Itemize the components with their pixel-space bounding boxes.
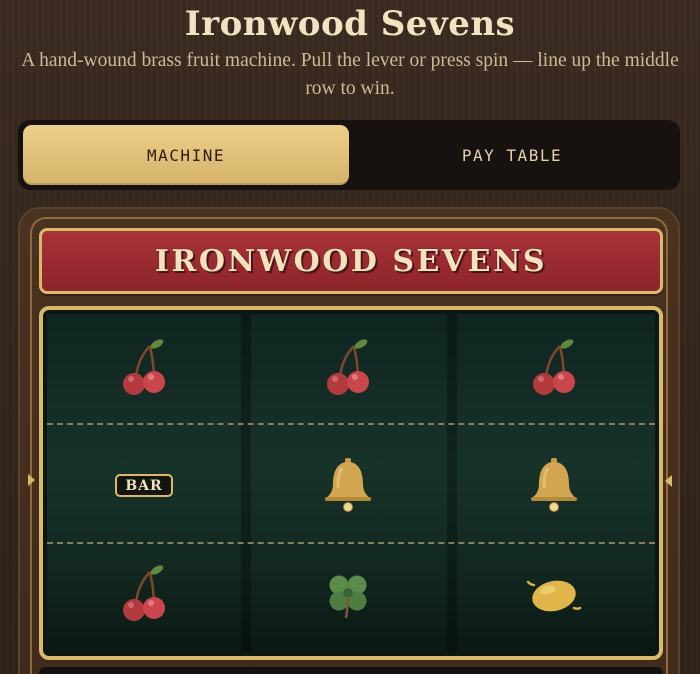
bell-icon (531, 458, 577, 512)
view-tabs: MACHINE PAY TABLE (18, 120, 680, 190)
reel-3-middle (457, 429, 651, 541)
reel-2-bottom (251, 540, 445, 652)
reel-2-middle (251, 429, 445, 541)
reel-area: BAR (47, 314, 655, 652)
reel-window: BAR (39, 306, 663, 660)
payline-marker-right-icon (665, 475, 672, 487)
control-panel-edge (39, 667, 663, 674)
bar-icon: BAR (115, 473, 173, 497)
machine-banner: IRONWOOD SEVENS (39, 228, 663, 294)
reel-3-bottom (457, 540, 651, 652)
reel-1-top (47, 314, 241, 426)
reel-1-bottom (47, 540, 241, 652)
reel-3-top (457, 314, 651, 426)
bell-icon (325, 458, 371, 512)
reel-1-middle: BAR (47, 429, 241, 541)
lemon-icon (526, 580, 582, 612)
banner-title: IRONWOOD SEVENS (154, 243, 548, 279)
payline-marker-left-icon (28, 474, 35, 486)
page-title: Ironwood Sevens (184, 4, 516, 44)
clover-icon (329, 575, 367, 619)
reel-divider (241, 314, 251, 652)
page-subtitle: A hand-wound brass fruit machine. Pull t… (21, 50, 679, 99)
tab-machine[interactable]: MACHINE (23, 125, 349, 185)
cherry-icon (123, 565, 165, 621)
reel-divider (447, 314, 457, 652)
slot-machine-cabinet: IRONWOOD SEVENS BAR (18, 207, 680, 674)
cherry-icon (123, 339, 165, 395)
cherry-icon (533, 339, 575, 395)
cherry-icon (327, 339, 369, 395)
tab-pay-table[interactable]: PAY TABLE (349, 125, 675, 185)
reel-2-top (251, 314, 445, 426)
